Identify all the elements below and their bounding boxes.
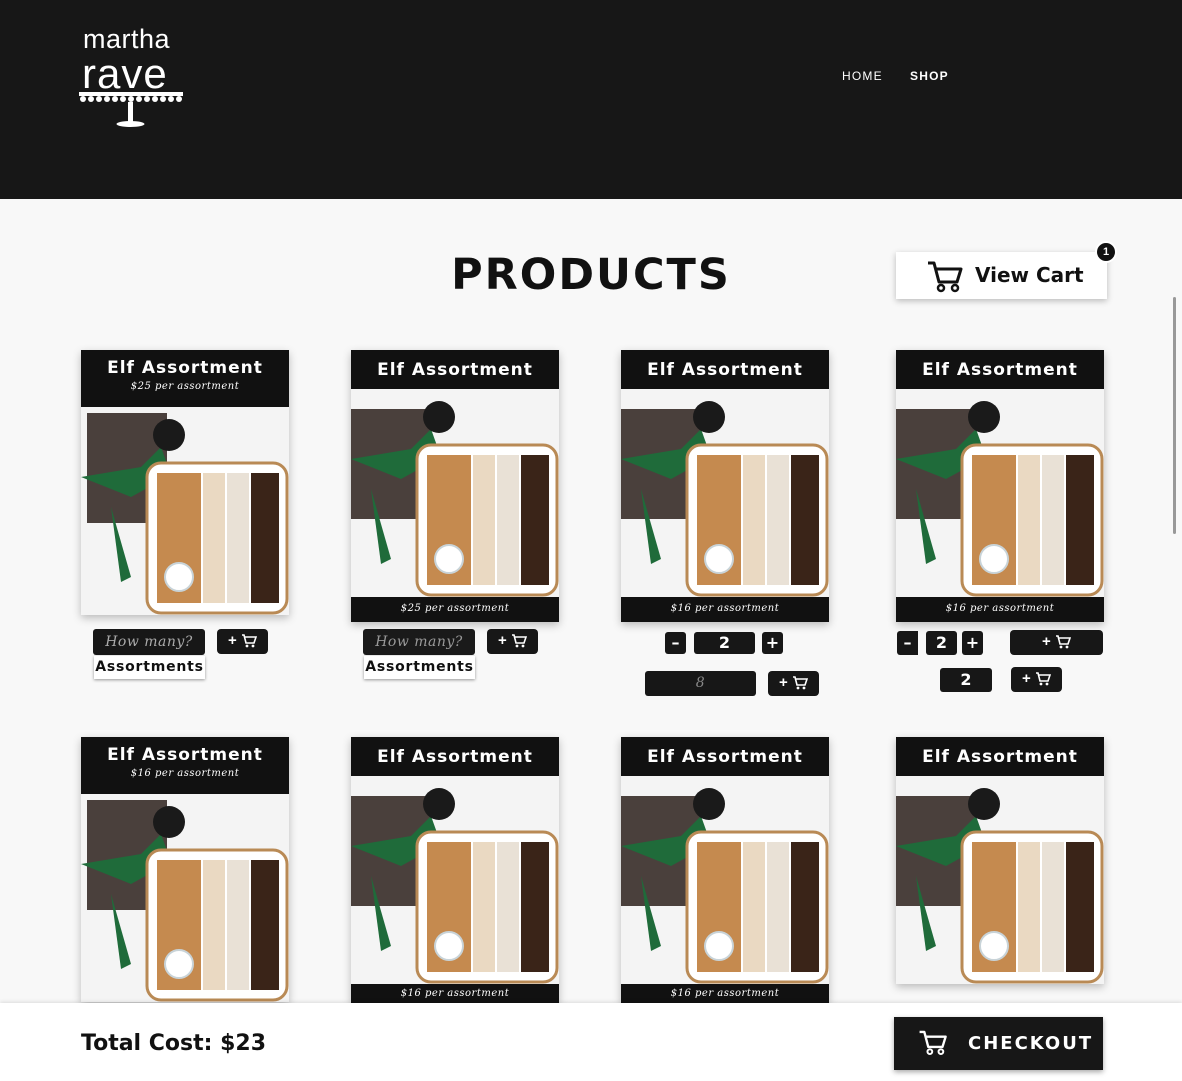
increment-button[interactable]: + <box>962 631 983 655</box>
product-footer: $16 per assortment <box>896 597 1104 622</box>
cart-icon <box>1035 672 1052 686</box>
product-name: Elf Assortment <box>107 745 263 765</box>
cookie-box-image <box>621 776 829 984</box>
product-name: Elf Assortment <box>377 360 533 380</box>
product-image[interactable] <box>621 389 829 597</box>
product-footer: $25 per assortment <box>351 597 559 622</box>
quantity-input[interactable]: 8 <box>645 671 756 696</box>
add-plus: + <box>498 632 507 649</box>
quantity-input[interactable]: How many? <box>93 629 205 655</box>
unit-label: Assortments <box>364 656 475 679</box>
product-price: $25 per assortment <box>400 603 510 614</box>
product-name: Elf Assortment <box>647 360 803 380</box>
product-header: Elf Assortment <box>351 350 559 389</box>
cookie-box-image <box>896 389 1104 597</box>
add-to-cart-button[interactable]: + <box>1011 667 1062 692</box>
product-header: Elf Assortment <box>896 350 1104 389</box>
product-image[interactable] <box>351 389 559 597</box>
nav-shop[interactable]: SHOP <box>910 69 949 83</box>
product-card[interactable]: Elf Assortment $16 per assortment <box>621 350 829 622</box>
unit-label: Assortments <box>94 656 205 679</box>
product-image[interactable] <box>896 389 1104 597</box>
cookie-box-image <box>896 776 1104 984</box>
product-card[interactable]: Elf Assortment <box>896 737 1104 984</box>
product-price: $16 per assortment <box>400 988 510 999</box>
product-image[interactable] <box>81 407 289 615</box>
product-image[interactable] <box>621 776 829 984</box>
total-cost: Total Cost: $23 <box>81 1031 267 1056</box>
add-to-cart-button[interactable]: + <box>217 629 268 654</box>
product-footer: $16 per assortment <box>621 984 829 1003</box>
product-price: $16 per assortment <box>670 603 780 614</box>
add-plus: + <box>779 674 788 691</box>
nav-home[interactable]: HOME <box>842 69 883 83</box>
page-scrollbar[interactable] <box>1173 297 1176 534</box>
checkout-bar: Total Cost: $23 CHECKOUT <box>0 1003 1182 1081</box>
add-to-cart-button[interactable]: + <box>768 671 819 696</box>
cookie-box-image <box>351 389 559 597</box>
quantity-input[interactable]: How many? <box>363 629 475 655</box>
product-price: $16 per assortment <box>945 603 1055 614</box>
product-name: Elf Assortment <box>107 358 263 378</box>
cart-icon <box>928 261 963 293</box>
checkout-label: CHECKOUT <box>968 1033 1094 1054</box>
product-header: Elf Assortment <box>621 350 829 389</box>
brand-line2: rave <box>82 50 168 97</box>
product-image[interactable] <box>896 776 1104 984</box>
product-name: Elf Assortment <box>922 747 1078 767</box>
quantity-value[interactable]: 2 <box>694 632 755 654</box>
product-name: Elf Assortment <box>647 747 803 767</box>
cookie-box-image <box>351 776 559 984</box>
add-plus: + <box>1042 633 1051 650</box>
product-header: Elf Assortment <box>896 737 1104 776</box>
product-price: $25 per assortment <box>130 381 240 392</box>
product-header: Elf Assortment $16 per assortment <box>81 737 289 794</box>
add-to-cart-button[interactable]: + <box>487 629 538 654</box>
product-image[interactable] <box>351 776 559 984</box>
product-card[interactable]: Elf Assortment $25 per assortment <box>81 350 289 615</box>
add-plus: + <box>1022 670 1031 687</box>
product-header: Elf Assortment <box>621 737 829 776</box>
quantity-value[interactable]: 2 <box>926 631 957 655</box>
decrement-button[interactable]: – <box>897 631 918 655</box>
cart-icon <box>919 1030 947 1056</box>
add-plus: + <box>228 632 237 649</box>
product-header: Elf Assortment $25 per assortment <box>81 350 289 407</box>
product-card[interactable]: Elf Assortment $16 per assortment <box>896 350 1104 622</box>
product-price: $16 per assortment <box>130 768 240 779</box>
product-footer: $16 per assortment <box>621 597 829 622</box>
product-name: Elf Assortment <box>922 360 1078 380</box>
product-image[interactable] <box>81 794 289 1002</box>
decrement-button[interactable]: – <box>665 632 686 654</box>
product-footer: $16 per assortment <box>351 984 559 1003</box>
add-to-cart-button[interactable]: + <box>1010 630 1103 655</box>
cookie-box-image <box>81 407 289 615</box>
increment-button[interactable]: + <box>762 632 783 654</box>
cart-icon <box>241 634 258 648</box>
product-card[interactable]: Elf Assortment $16 per assortment <box>81 737 289 1002</box>
brand-logo[interactable]: martha rave <box>78 24 186 130</box>
checkout-button[interactable]: CHECKOUT <box>894 1017 1103 1070</box>
cart-icon <box>511 634 528 648</box>
cart-count-badge: 1 <box>1095 241 1117 263</box>
cart-icon <box>1055 635 1072 649</box>
product-card[interactable]: Elf Assortment $16 per assortment <box>621 737 829 1003</box>
product-name: Elf Assortment <box>377 747 533 767</box>
product-header: Elf Assortment <box>351 737 559 776</box>
cake-stand-icon <box>79 92 183 127</box>
cookie-box-image <box>81 794 289 1002</box>
view-cart-label: View Cart <box>975 263 1084 287</box>
site-header: martha rave HOME SHOP <box>0 0 1182 199</box>
product-card[interactable]: Elf Assortment $25 per assortment <box>351 350 559 622</box>
quantity-display[interactable]: 2 <box>940 668 992 692</box>
cookie-box-image <box>621 389 829 597</box>
view-cart-button[interactable]: View Cart <box>896 252 1107 299</box>
product-card[interactable]: Elf Assortment $16 per assortment <box>351 737 559 1003</box>
product-price: $16 per assortment <box>670 988 780 999</box>
cart-icon <box>792 676 809 690</box>
